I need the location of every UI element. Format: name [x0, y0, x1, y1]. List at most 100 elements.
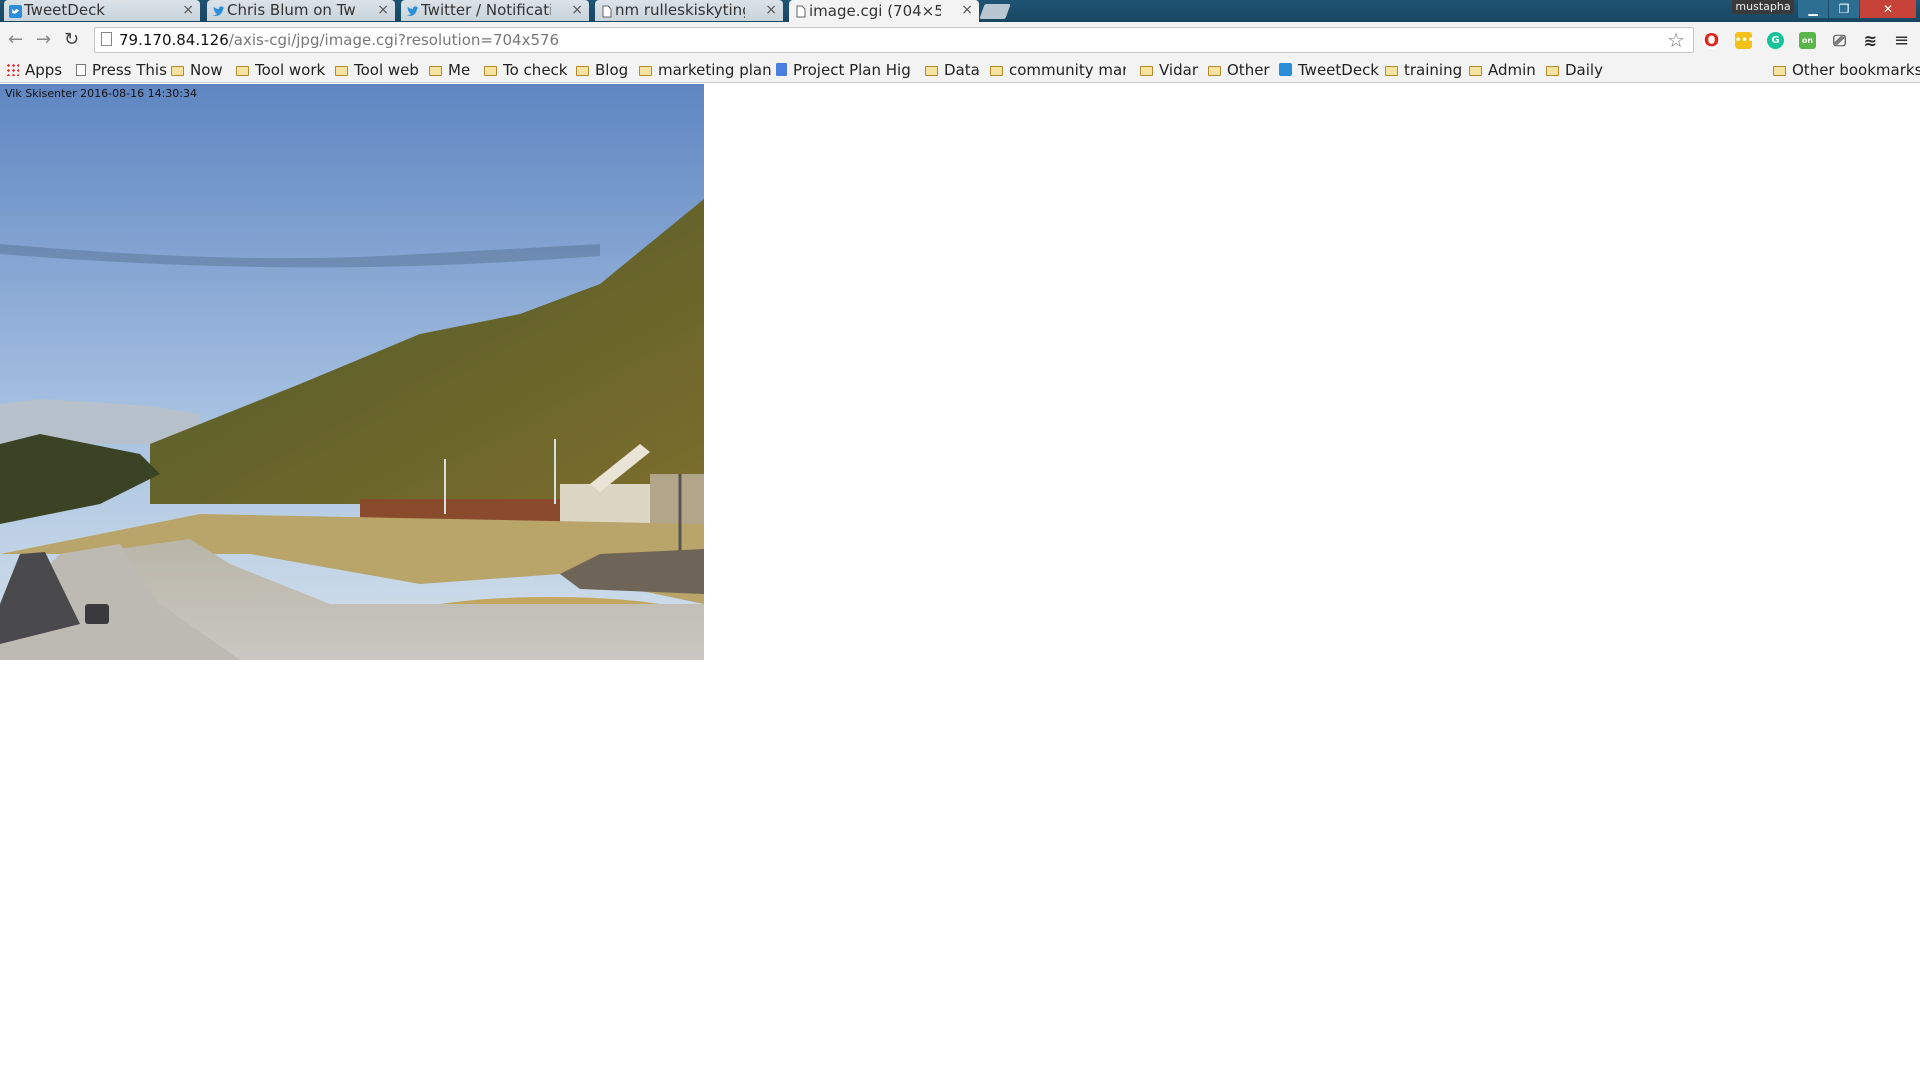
folder-icon: [484, 66, 497, 76]
tab-label: TweetDeck: [24, 1, 105, 19]
apps-icon: [6, 63, 19, 76]
webcam-overlay-text: Vik Skisenter 2016-08-16 14:30:34: [5, 87, 198, 100]
bookmark-press-this[interactable]: Press This: [76, 58, 167, 82]
bookmark-marketing-plan[interactable]: marketing plan: [639, 58, 772, 82]
url-host: 79.170.84.126: [119, 31, 229, 49]
page-icon: [101, 32, 112, 46]
bookmark-other[interactable]: Other: [1208, 58, 1270, 82]
new-tab-button[interactable]: [979, 4, 1011, 19]
browser-toolbar: ← → ↻ 79.170.84.126/axis-cgi/jpg/image.c…: [0, 22, 1920, 58]
tab-label: Chris Blum on Twitter: [227, 1, 357, 19]
back-arrow-icon[interactable]: ←: [8, 29, 23, 50]
twitter-icon: [9, 4, 22, 18]
bookmark-tool-work[interactable]: Tool work: [236, 58, 325, 82]
bookmark-label: Vidar: [1159, 61, 1198, 79]
folder-icon: [639, 66, 652, 76]
twitter-icon: [1279, 63, 1292, 76]
folder-icon: [990, 66, 1003, 76]
bookmark-label: TweetDeck: [1298, 61, 1379, 79]
folder-icon: [236, 66, 249, 76]
bookmark-label: community mana: [1009, 61, 1126, 79]
close-tab-icon[interactable]: ×: [961, 0, 973, 21]
tab-chris-blum[interactable]: Chris Blum on Twitter ×: [207, 0, 395, 21]
close-window-button[interactable]: ✕: [1860, 0, 1916, 18]
tab-tweetdeck[interactable]: TweetDeck ×: [4, 0, 200, 21]
bookmark-label: Press This: [92, 61, 167, 79]
layers-extension-icon[interactable]: ≋: [1862, 32, 1879, 49]
bookmark-label: Other: [1227, 61, 1270, 79]
page-icon: [76, 64, 86, 76]
bookmarks-bar: Apps Press This Now Tool work Tool web M…: [0, 58, 1920, 83]
close-tab-icon[interactable]: ×: [571, 0, 583, 21]
bookmark-apps[interactable]: Apps: [6, 58, 62, 82]
menu-icon[interactable]: ≡: [1894, 30, 1909, 51]
folder-icon: [576, 66, 589, 76]
twitter-icon: [212, 4, 225, 17]
green-extension-icon[interactable]: on: [1799, 32, 1816, 49]
bookmark-label: Tool web: [354, 61, 419, 79]
page-icon: [600, 4, 613, 18]
close-tab-icon[interactable]: ×: [765, 0, 777, 21]
grammarly-extension-icon[interactable]: G: [1767, 32, 1784, 49]
webcam-scene: [0, 84, 704, 660]
restore-button[interactable]: ❐: [1829, 0, 1859, 18]
bookmark-admin[interactable]: Admin: [1469, 58, 1536, 82]
reload-icon[interactable]: ↻: [64, 29, 79, 50]
folder-icon: [429, 66, 442, 76]
bookmark-now[interactable]: Now: [171, 58, 223, 82]
bookmark-label: Other bookmarks: [1792, 61, 1920, 79]
forward-arrow-icon[interactable]: →: [36, 29, 51, 50]
bookmark-label: Project Plan High: [793, 61, 910, 79]
tab-image-cgi[interactable]: image.cgi (704×576) ×: [789, 0, 979, 22]
profile-button[interactable]: mustapha: [1732, 0, 1794, 14]
tab-label: nm rulleskiskyting 2016: [615, 1, 745, 19]
folder-icon: [335, 66, 348, 76]
twitter-icon: [406, 4, 419, 17]
bookmark-tool-web[interactable]: Tool web: [335, 58, 419, 82]
folder-icon: [1140, 66, 1153, 76]
bookmark-label: Now: [190, 61, 223, 79]
bookmark-tweetdeck[interactable]: TweetDeck: [1279, 58, 1379, 82]
tab-strip: TweetDeck × Chris Blum on Twitter × Twit…: [0, 0, 1920, 22]
bookmark-me[interactable]: Me: [429, 58, 470, 82]
close-tab-icon[interactable]: ×: [182, 0, 194, 21]
page-icon: [794, 4, 807, 18]
folder-icon: [1385, 66, 1398, 76]
folder-icon: [1546, 66, 1559, 76]
bookmark-daily[interactable]: Daily: [1546, 58, 1603, 82]
bookmark-to-check[interactable]: To check: [484, 58, 567, 82]
cast-icon[interactable]: ⎚: [1831, 32, 1848, 49]
bookmark-community-mana[interactable]: community mana: [990, 58, 1126, 82]
bookmark-label: Tool work: [255, 61, 326, 79]
bookmark-label: Blog: [595, 61, 629, 79]
notes-extension-icon[interactable]: •••: [1735, 32, 1754, 49]
tab-twitter-notifications[interactable]: Twitter / Notifications ×: [401, 0, 589, 21]
folder-icon: [1208, 66, 1221, 76]
bookmark-label: Me: [448, 61, 471, 79]
bookmark-data[interactable]: Data: [925, 58, 980, 82]
url-path: /axis-cgi/jpg/image.cgi?resolution=704x5…: [228, 31, 560, 49]
other-bookmarks[interactable]: Other bookmarks: [1773, 58, 1920, 82]
bookmark-label: To check: [503, 61, 568, 79]
tab-nm-rulleskiskyting[interactable]: nm rulleskiskyting 2016 ×: [595, 0, 783, 21]
url-text[interactable]: 79.170.84.126/axis-cgi/jpg/image.cgi?res…: [119, 31, 559, 49]
address-bar[interactable]: 79.170.84.126/axis-cgi/jpg/image.cgi?res…: [94, 27, 1694, 53]
doc-icon: [776, 63, 787, 76]
opera-extension-icon[interactable]: O: [1703, 32, 1720, 50]
folder-icon: [171, 66, 184, 76]
folder-icon: [1773, 66, 1786, 76]
bookmark-label: Data: [944, 61, 980, 79]
folder-icon: [1469, 66, 1482, 76]
bookmark-training[interactable]: training: [1385, 58, 1462, 82]
bookmark-label: marketing plan: [658, 61, 772, 79]
bookmark-blog[interactable]: Blog: [576, 58, 628, 82]
minimize-button[interactable]: ▁: [1798, 0, 1828, 18]
folder-icon: [925, 66, 938, 76]
bookmark-star-icon[interactable]: ☆: [1667, 28, 1685, 52]
webcam-image: Vik Skisenter 2016-08-16 14:30:34: [0, 84, 704, 660]
bookmark-vidar[interactable]: Vidar: [1140, 58, 1198, 82]
tab-label: Twitter / Notifications: [421, 1, 551, 19]
tab-label: image.cgi (704×576): [809, 1, 941, 20]
close-tab-icon[interactable]: ×: [377, 0, 389, 21]
bookmark-project-plan[interactable]: Project Plan High: [776, 58, 910, 82]
